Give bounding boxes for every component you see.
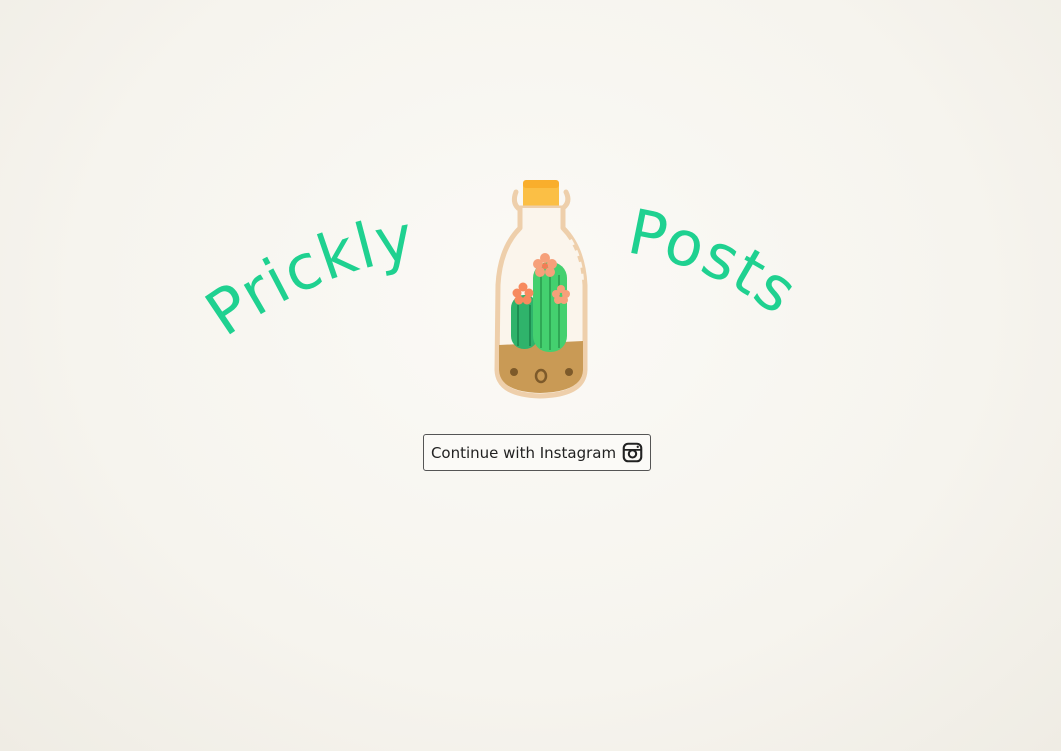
continue-with-instagram-button[interactable]: Continue with Instagram bbox=[423, 434, 651, 471]
app-logo: Prickly Posts bbox=[193, 180, 811, 399]
continue-with-instagram-label: Continue with Instagram bbox=[430, 443, 617, 462]
instagram-icon bbox=[622, 442, 643, 463]
cactus-bottle-illustration bbox=[494, 180, 588, 399]
logo-word-left: Prickly bbox=[193, 200, 420, 350]
login-page: Prickly Posts Continue with Instagram bbox=[0, 0, 1061, 751]
logo-word-right: Posts bbox=[622, 195, 811, 329]
